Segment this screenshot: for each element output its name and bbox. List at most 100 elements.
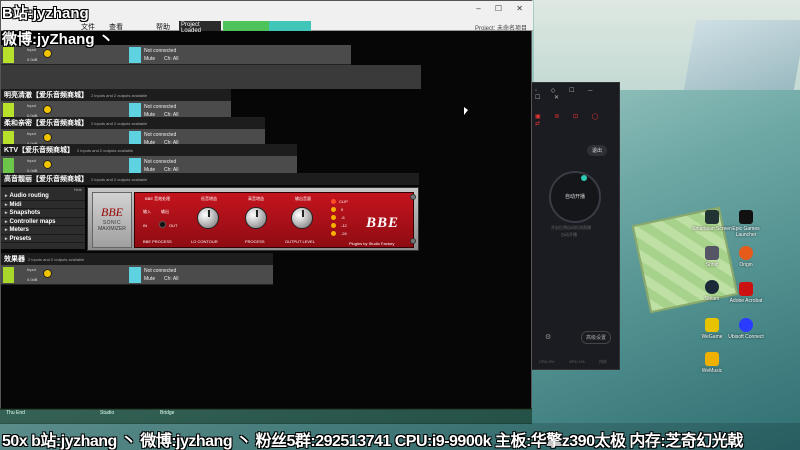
app-toolbar-icons[interactable]: ▣ ⊘ ⊡ ◯ ⇄ bbox=[535, 113, 615, 127]
bbe-title: BBE 音效处理 bbox=[145, 196, 171, 201]
sidebar-item-audio-routing[interactable]: ▸ Audio routing bbox=[1, 192, 85, 201]
exit-button[interactable]: 退出 bbox=[586, 145, 607, 156]
desktop-icon-label: Ubisoft Connect bbox=[728, 334, 764, 340]
desktop-icon-label: WeMusic bbox=[701, 368, 723, 374]
app-icon bbox=[705, 352, 719, 366]
rack-io: 2 inputs and 2 outputs available bbox=[28, 257, 85, 262]
sidebar-item-label: Audio routing bbox=[9, 193, 49, 199]
gain-knob[interactable] bbox=[43, 49, 52, 58]
channel-select[interactable]: Ch: All bbox=[164, 276, 178, 282]
sidebar-item-presets[interactable]: ▸ Presets bbox=[1, 235, 85, 243]
clip-led bbox=[331, 199, 336, 204]
window-controls[interactable]: – ☐ ✕ bbox=[476, 4, 529, 13]
cpu-stat: CPU 0% bbox=[539, 359, 555, 364]
output-level-label: OUTPUT LEVEL bbox=[285, 239, 315, 244]
rack-screw-bottom bbox=[410, 238, 416, 244]
streaming-app-window: ◦ ◇ ☐ ─ ☐ ✕ ▣ ⊘ ⊡ ◯ ⇄ 退出 自动开播 开启后将自动检测直播… bbox=[530, 82, 620, 370]
taskbar-item-2[interactable]: Studio bbox=[100, 410, 114, 416]
desktop-icon-label: Steam bbox=[704, 296, 720, 302]
input-label: Input bbox=[27, 158, 36, 163]
stream-overlay-bilibili: B站:jyzhang bbox=[2, 5, 89, 22]
mute-button[interactable]: Mute bbox=[144, 56, 155, 62]
advanced-settings-button[interactable]: 高级设置 bbox=[580, 331, 611, 344]
process-knob[interactable] bbox=[245, 207, 267, 229]
rack-title-5[interactable]: 效果器 2 inputs and 2 outputs available bbox=[1, 253, 273, 265]
desktop-icon-label: WeGame bbox=[701, 334, 723, 340]
gain-knob[interactable] bbox=[43, 269, 52, 278]
input-label: Input bbox=[27, 267, 36, 272]
process-switch[interactable] bbox=[159, 221, 166, 228]
app-titlebar-icons[interactable]: ◦ ◇ ☐ ─ ☐ ✕ bbox=[535, 87, 615, 101]
routing-tile[interactable] bbox=[3, 267, 14, 283]
led-0-label: 0 bbox=[341, 207, 344, 212]
desktop-icon-epic[interactable]: Epic Games Launcher bbox=[726, 210, 766, 238]
settings-gear-icon[interactable]: ⚙ bbox=[545, 333, 551, 341]
led-24 bbox=[331, 231, 336, 236]
rack-name: KTV【爱乐音频商城】 bbox=[4, 147, 74, 154]
gain-value: 0.0dB bbox=[27, 277, 38, 282]
latency-meter bbox=[269, 21, 311, 31]
process-knob-label: PROCESS bbox=[245, 239, 265, 244]
rack-title-4[interactable]: 高音靓丽【爱乐音频商城】 2 inputs and 2 outputs avail… bbox=[1, 173, 419, 185]
desktop-icon-label: Epic Games Launcher bbox=[732, 226, 760, 238]
gain-knob[interactable] bbox=[43, 105, 52, 114]
routing-tile[interactable] bbox=[3, 47, 14, 63]
sidebar-item-label: Controller maps bbox=[9, 218, 56, 225]
bbe-control-panel: BBE 音效处理 输入 输出 IN OUT BBE PROCESS 低音增益 L… bbox=[134, 192, 414, 248]
led-12-label: -12 bbox=[341, 223, 347, 228]
rack-title-2[interactable]: 柔和亲密【爱乐音频商城】 2 inputs and 2 outputs avail… bbox=[1, 117, 265, 129]
out-cn-label: 输出 bbox=[161, 209, 169, 214]
expand-icon: ▸ bbox=[5, 201, 8, 208]
gain-knob[interactable] bbox=[43, 160, 52, 169]
taskbar bbox=[0, 408, 532, 424]
sidebar-item-controller-maps[interactable]: ▸ Controller maps bbox=[1, 218, 85, 226]
input-label: Input bbox=[27, 131, 36, 136]
process-label: BBE PROCESS bbox=[143, 239, 172, 244]
rack-name: 柔和亲密【爱乐音频商城】 bbox=[4, 120, 88, 127]
rack-divider bbox=[1, 65, 421, 89]
app-hint-2: 自动开播 bbox=[561, 232, 577, 237]
stream-overlay-weibo: 微博:jyZhang 丶 bbox=[2, 31, 114, 48]
midi-button[interactable] bbox=[129, 267, 141, 283]
expand-icon: ▸ bbox=[5, 235, 8, 242]
sidebar-item-meters[interactable]: ▸ Meters bbox=[1, 226, 85, 235]
menu-help[interactable]: 帮助 bbox=[156, 22, 170, 32]
app-icon bbox=[705, 246, 719, 260]
cpu-meter bbox=[223, 21, 269, 31]
desktop-icon-ubisoft[interactable]: Ubisoft Connect bbox=[726, 318, 766, 340]
app-icon bbox=[705, 318, 719, 332]
rack-title-3[interactable]: KTV【爱乐音频商城】 2 inputs and 2 outputs availa… bbox=[1, 144, 297, 156]
sidebar-item-midi[interactable]: ▸ Midi bbox=[1, 201, 85, 209]
channel-select[interactable]: Ch: All bbox=[164, 56, 178, 62]
out-label: OUT bbox=[169, 223, 178, 228]
bbe-maximizer-label: MAXIMIZER bbox=[98, 226, 126, 232]
auto-start-circle[interactable]: 自动开播 bbox=[549, 171, 601, 223]
bbe-brand-logo: BBE bbox=[365, 215, 399, 231]
desktop-icon-origin[interactable]: Origin bbox=[726, 246, 766, 268]
app-icon bbox=[739, 318, 753, 332]
mouse-cursor-icon bbox=[464, 107, 468, 115]
scrolling-banner: 50x b站:jyzhang 丶 微博:jyzhang 丶 粉丝5群:29251… bbox=[2, 433, 743, 450]
midi-button[interactable] bbox=[129, 158, 141, 174]
sidebar-item-snapshots[interactable]: ▸ Snapshots bbox=[1, 209, 85, 218]
knob1-cn-label: 低音增益 bbox=[201, 196, 217, 201]
routing-tile[interactable] bbox=[3, 158, 14, 174]
midi-button[interactable] bbox=[129, 47, 141, 63]
rack-sidebar: Hide ▸ Audio routing ▸ Midi ▸ Snapshots ▸ Co… bbox=[1, 187, 85, 249]
taskbar-item-3[interactable]: Bridge bbox=[160, 410, 174, 416]
gain-knob[interactable] bbox=[43, 133, 52, 142]
desktop-icon-acrobat[interactable]: Adobe Acrobat bbox=[726, 282, 766, 304]
output-level-knob[interactable] bbox=[291, 207, 313, 229]
lo-contour-knob[interactable] bbox=[197, 207, 219, 229]
mem-stat: 内存 bbox=[599, 359, 607, 364]
desktop-wallpaper-building bbox=[683, 20, 800, 90]
rack-title-1[interactable]: 明亮清澈【爱乐音频商城】 2 inputs and 2 outputs avail… bbox=[1, 89, 231, 101]
bbe-logo: BBE bbox=[101, 205, 123, 219]
desktop-icon-label: Sonic bbox=[705, 262, 719, 268]
taskbar-item-1[interactable]: Thu End bbox=[6, 410, 25, 416]
desktop-icon-wemusic[interactable]: WeMusic bbox=[692, 352, 732, 374]
project-label: Project: 未命名项目 bbox=[474, 26, 527, 32]
mute-button[interactable]: Mute bbox=[144, 276, 155, 282]
rack-name: 效果器 bbox=[4, 256, 25, 263]
app-icon bbox=[705, 280, 719, 294]
